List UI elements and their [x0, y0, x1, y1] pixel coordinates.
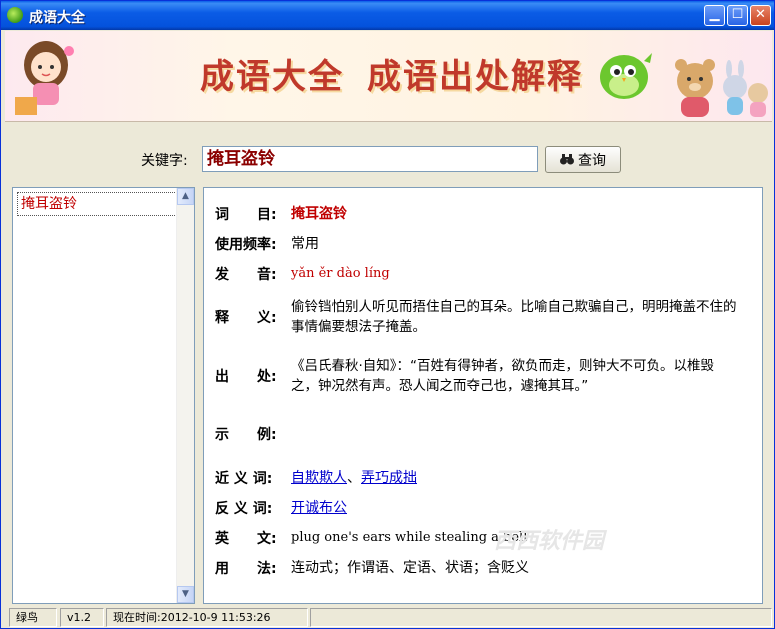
row-source: 出 处: 《吕氏春秋·自知》：“百姓有得钟者，欲负而走，则钟大不可负。以椎毁之，…	[215, 356, 741, 396]
detail-panel: 词 目: 掩耳盗铃 使用频率: 常用 发 音: yǎn ěr dào líng …	[203, 187, 763, 604]
synonym-link[interactable]: 自欺欺人	[291, 470, 347, 486]
search-button[interactable]: 查询	[545, 146, 621, 173]
frequency-label: 使用频率:	[215, 237, 277, 253]
green-bird-image	[600, 53, 652, 99]
maximize-icon: ☐	[731, 7, 744, 22]
example-value	[291, 424, 741, 444]
scroll-down-button[interactable]: ▼	[177, 586, 194, 603]
term-value: 掩耳盗铃	[291, 206, 347, 222]
list-item[interactable]: 掩耳盗铃	[17, 192, 177, 216]
synonym-separator: 、	[347, 470, 361, 486]
header-banner: 成语大全 成语出处解释	[5, 31, 772, 122]
example-label: 示 例:	[215, 427, 277, 443]
status-app-name: 绿鸟	[9, 608, 57, 627]
source-label: 出 处:	[215, 369, 277, 385]
row-synonyms: 近 义 词: 自欺欺人、弄巧成拙	[215, 468, 741, 488]
meaning-value: 偷铃铛怕别人听见而捂住自己的耳朵。比喻自己欺骗自己，明明掩盖不住的事情偏要想法子…	[291, 299, 737, 335]
app-window: 成语大全 ▁ ☐ ✕ 成语大全 成语出处解释 关键字: 掩耳盗铃 查询 掩耳盗铃…	[0, 0, 775, 629]
watermark: 西西软件园	[494, 529, 605, 554]
status-bar: 绿鸟 v1.2 现在时间:2012-10-9 11:53:26	[5, 608, 772, 628]
term-label: 词 目:	[215, 207, 277, 223]
scroll-up-button[interactable]: ▲	[177, 188, 194, 205]
idiom-list[interactable]: 掩耳盗铃 ▲ ▼	[12, 187, 195, 604]
antonyms-value: 开诚布公	[291, 498, 741, 518]
banner-subtitle: 成语出处解释	[367, 57, 583, 97]
status-version: v1.2	[60, 608, 104, 627]
list-scrollbar[interactable]: ▲ ▼	[176, 188, 194, 603]
teddy-bears-image	[675, 59, 768, 117]
row-antonyms: 反 义 词: 开诚布公	[215, 498, 741, 518]
source-value: 《吕氏春秋·自知》：“百姓有得钟者，欲负而走，则钟大不可负。以椎毁之，钟况然有声…	[291, 358, 715, 394]
antonym-link[interactable]: 开诚布公	[291, 500, 347, 516]
banner-title: 成语大全	[200, 57, 344, 97]
search-button-label: 查询	[578, 152, 606, 169]
title-bar[interactable]: 成语大全 ▁ ☐ ✕	[1, 1, 774, 30]
synonyms-label: 近 义 词:	[215, 471, 273, 487]
english-label: 英 文:	[215, 531, 277, 547]
keyword-input[interactable]: 掩耳盗铃	[202, 146, 538, 172]
maximize-button[interactable]: ☐	[727, 5, 748, 26]
antonyms-label: 反 义 词:	[215, 501, 273, 517]
status-empty-panel	[310, 608, 772, 627]
cartoon-girl-image	[15, 41, 74, 115]
synonyms-value: 自欺欺人、弄巧成拙	[291, 468, 741, 488]
close-icon: ✕	[755, 7, 766, 22]
meaning-label: 释 义:	[215, 310, 277, 326]
status-time: 现在时间:2012-10-9 11:53:26	[106, 608, 308, 627]
window-title: 成语大全	[29, 10, 85, 26]
row-frequency: 使用频率: 常用	[215, 234, 741, 254]
row-meaning: 释 义: 偷铃铛怕别人听见而捂住自己的耳朵。比喻自己欺骗自己，明明掩盖不住的事情…	[215, 297, 741, 337]
synonym-link[interactable]: 弄巧成拙	[361, 470, 417, 486]
keyword-label: 关键字:	[141, 153, 188, 169]
row-example: 示 例:	[215, 424, 741, 444]
arrow-down-icon: ▼	[182, 589, 189, 599]
minimize-icon: ▁	[709, 7, 720, 22]
pronunciation-label: 发 音:	[215, 267, 277, 283]
frequency-value: 常用	[291, 236, 319, 252]
row-pronunciation: 发 音: yǎn ěr dào líng	[215, 264, 741, 284]
app-icon	[7, 7, 23, 23]
close-button[interactable]: ✕	[750, 5, 771, 26]
usage-label: 用 法:	[215, 561, 277, 577]
minimize-button[interactable]: ▁	[704, 5, 725, 26]
binoculars-icon	[560, 154, 574, 165]
arrow-up-icon: ▲	[182, 191, 189, 201]
pronunciation-value: yǎn ěr dào líng	[291, 266, 390, 281]
row-term: 词 目: 掩耳盗铃	[215, 204, 741, 224]
